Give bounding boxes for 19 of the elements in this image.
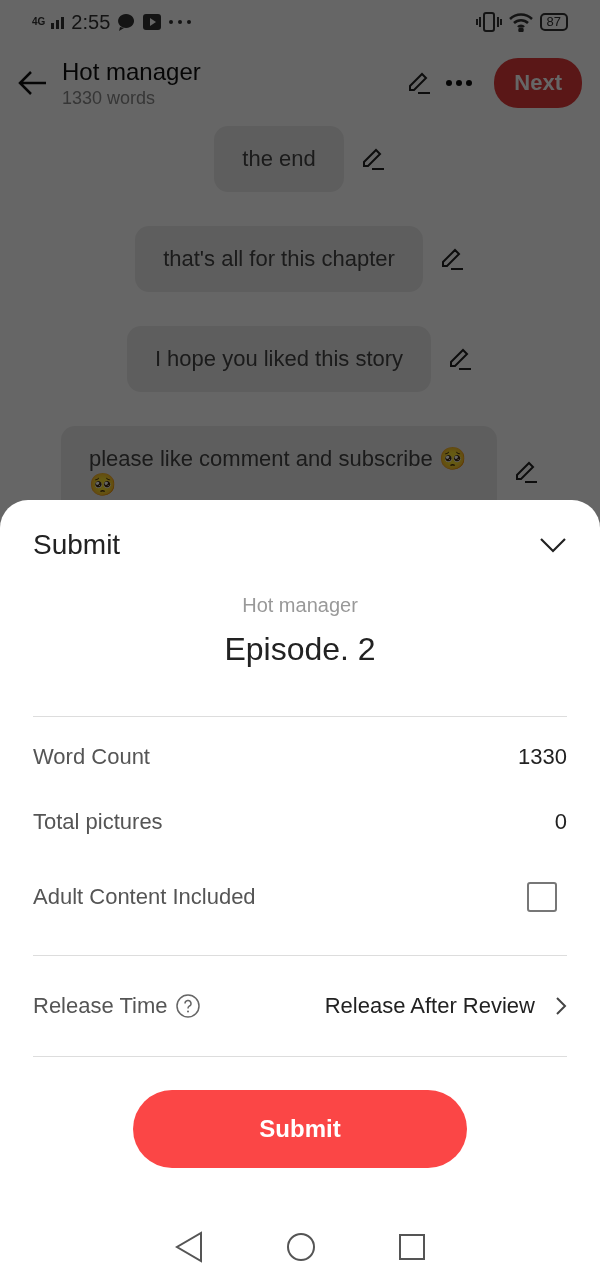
stat-label: Total pictures [33,808,163,835]
release-value[interactable]: Release After Review [324,993,535,1019]
story-title: Hot manager [62,57,202,86]
stat-value: 1330 [518,743,567,770]
stat-value: 0 [554,808,567,835]
stat-label: Word Count [33,743,150,770]
release-label: Release Time [33,993,168,1019]
message-bubble: that's all for this chapter [135,226,423,292]
submit-button[interactable]: Submit [133,1090,467,1168]
stat-label: Adult Content Included [33,884,256,910]
message-bubble: I hope you liked this story [126,326,432,392]
sheet-title: Submit [33,529,121,561]
clock: 2:55 [71,10,111,34]
episode-title: Episode. 2 [223,631,377,668]
book-title: Hot manager [241,594,359,617]
network-label: 4G [32,17,46,27]
message-bubble: the end [214,126,344,192]
next-button[interactable]: Next [494,58,582,108]
battery-indicator: 87 [539,13,568,31]
